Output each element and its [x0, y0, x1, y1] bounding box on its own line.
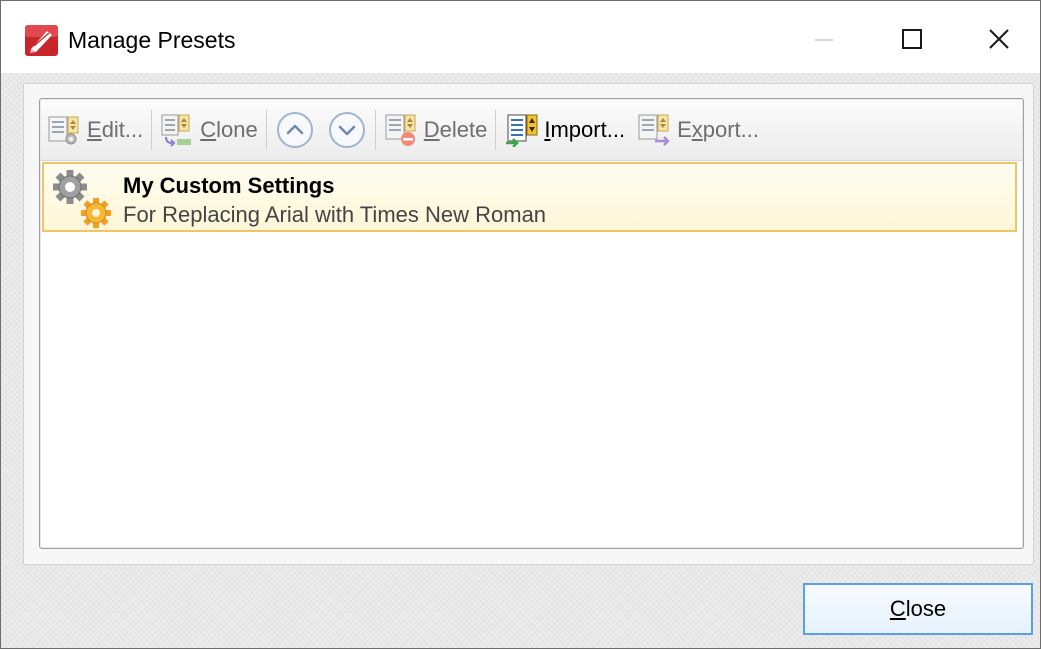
app-logo-icon	[25, 25, 58, 56]
presets-toolbar: Edit... Clone Delete Import... Export...	[41, 100, 1022, 161]
delete-label: elete	[439, 117, 488, 142]
toolbar-separator	[495, 110, 497, 150]
window-close-button[interactable]	[976, 19, 1022, 59]
delete-button[interactable]: Delete	[378, 107, 494, 153]
toolbar-separator	[151, 110, 153, 150]
window-title: Manage Presets	[68, 27, 236, 53]
export-preset-icon	[638, 114, 670, 146]
maximize-icon	[902, 29, 922, 49]
move-up-button[interactable]	[275, 110, 315, 150]
clone-button[interactable]: Clone	[154, 107, 263, 153]
minimize-button[interactable]	[801, 19, 847, 59]
close-icon	[989, 29, 1009, 49]
clone-preset-icon	[161, 114, 192, 147]
presets-list[interactable]: Edit... Clone Delete Import... Export...…	[39, 98, 1024, 549]
clone-label: lone	[216, 117, 258, 142]
move-down-button[interactable]	[327, 110, 367, 150]
edit-label: dit...	[101, 117, 144, 142]
minimize-icon	[815, 39, 833, 41]
export-label: port...	[702, 117, 759, 142]
toolbar-separator	[265, 110, 267, 150]
close-label: lose	[905, 596, 947, 621]
import-label: mport...	[550, 117, 626, 142]
title-bar[interactable]: Manage Presets	[1, 1, 1040, 73]
import-preset-icon	[506, 114, 538, 147]
preset-description: For Replacing Arial with Times New Roman	[123, 202, 547, 227]
preset-list-item[interactable]: My Custom Settings For Replacing Arial w…	[42, 162, 1017, 232]
import-button[interactable]: Import...	[498, 107, 631, 153]
toolbar-separator	[374, 110, 376, 150]
close-button[interactable]: Close	[803, 583, 1033, 635]
maximize-button[interactable]	[889, 19, 935, 59]
export-button[interactable]: Export...	[631, 107, 765, 153]
manage-presets-dialog: Manage Presets Edit... Clone Delete Impo…	[0, 0, 1041, 649]
edit-preset-icon	[48, 116, 79, 145]
gears-icon	[53, 170, 111, 228]
delete-preset-icon	[385, 114, 416, 146]
edit-button[interactable]: Edit...	[41, 107, 149, 153]
preset-title: My Custom Settings	[123, 173, 335, 198]
close-mnemonic: C	[889, 596, 906, 621]
